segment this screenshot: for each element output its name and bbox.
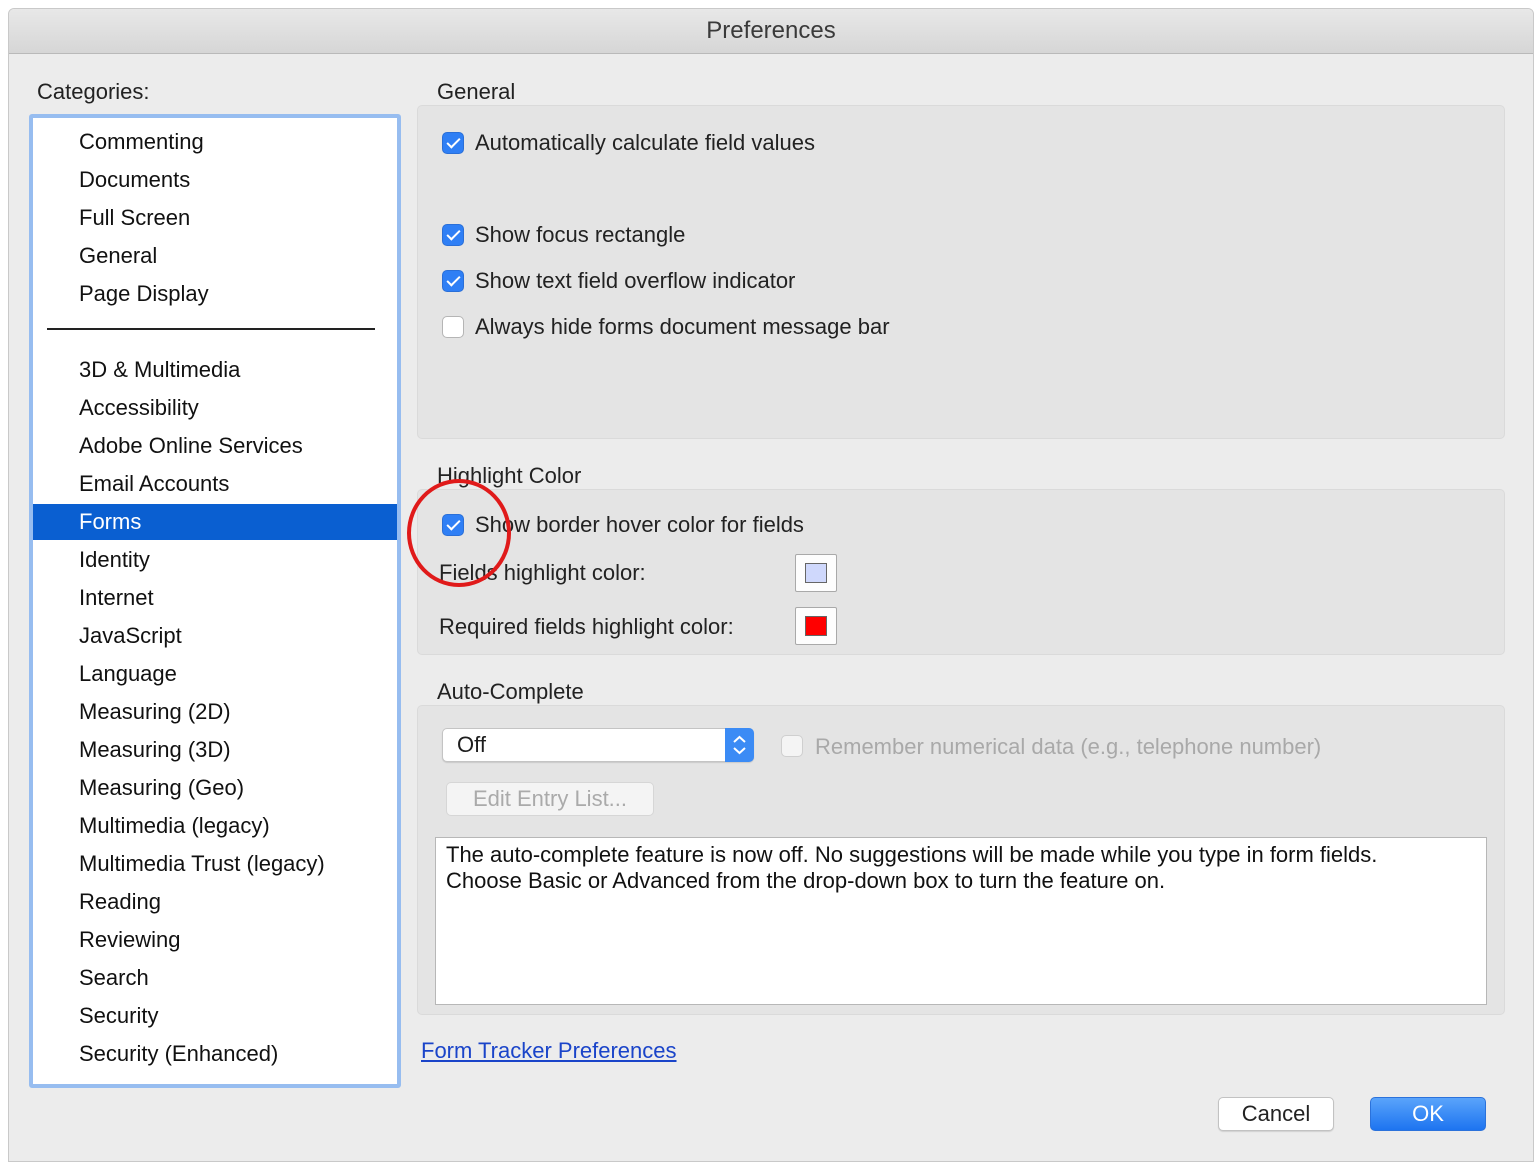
annotation-circle bbox=[407, 479, 511, 587]
window-title: Preferences bbox=[9, 9, 1533, 54]
required-highlight-color-well[interactable] bbox=[795, 607, 837, 645]
required-highlight-label: Required fields highlight color: bbox=[439, 614, 734, 639]
category-item[interactable]: Language bbox=[33, 656, 397, 692]
autocomplete-select-value: Off bbox=[457, 732, 486, 757]
fields-highlight-color-well[interactable] bbox=[795, 554, 837, 592]
category-item[interactable]: Full Screen bbox=[33, 200, 397, 236]
category-item[interactable]: Security bbox=[33, 998, 397, 1034]
auto-calc-label: Automatically calculate field values bbox=[475, 130, 815, 155]
border-hover-label: Show border hover color for fields bbox=[475, 512, 804, 537]
focus-rect-label: Show focus rectangle bbox=[475, 222, 686, 247]
general-section-title: General bbox=[437, 79, 516, 104]
description-line-2: Choose Basic or Advanced from the drop-d… bbox=[446, 868, 1166, 893]
categories-label: Categories: bbox=[37, 79, 150, 104]
category-item[interactable]: General bbox=[33, 238, 397, 274]
category-item[interactable]: Identity bbox=[33, 542, 397, 578]
hide-message-bar-label: Always hide forms document message bar bbox=[475, 314, 890, 339]
edit-entry-list-button[interactable]: Edit Entry List... bbox=[446, 782, 654, 816]
focus-rect-checkbox[interactable] bbox=[442, 224, 464, 246]
auto-calc-checkbox[interactable] bbox=[442, 132, 464, 154]
category-item[interactable]: Measuring (Geo) bbox=[33, 770, 397, 806]
remember-numerical-checkbox[interactable] bbox=[781, 735, 803, 757]
remember-numerical-label: Remember numerical data (e.g., telephone… bbox=[815, 734, 1322, 759]
category-item[interactable]: Search bbox=[33, 960, 397, 996]
category-item[interactable]: Commenting bbox=[33, 124, 397, 160]
category-item[interactable]: Reviewing bbox=[33, 922, 397, 958]
preferences-window: Preferences Categories: Commenting Docum… bbox=[8, 8, 1534, 1162]
category-item[interactable]: Multimedia Trust (legacy) bbox=[33, 846, 397, 882]
category-item[interactable]: Adobe Online Services bbox=[33, 428, 397, 464]
autocomplete-section-title: Auto-Complete bbox=[437, 679, 584, 704]
category-item[interactable]: Page Display bbox=[33, 276, 397, 312]
category-item[interactable]: Documents bbox=[33, 162, 397, 198]
description-line-1: The auto-complete feature is now off. No… bbox=[446, 842, 1378, 867]
category-item[interactable]: Email Accounts bbox=[33, 466, 397, 502]
required-color-swatch bbox=[805, 616, 827, 636]
category-item[interactable]: Multimedia (legacy) bbox=[33, 808, 397, 844]
autocomplete-select[interactable]: Off bbox=[442, 728, 754, 762]
category-item[interactable]: JavaScript bbox=[33, 618, 397, 654]
category-item-forms-selected[interactable]: Forms bbox=[33, 504, 397, 540]
category-item[interactable]: Measuring (3D) bbox=[33, 732, 397, 768]
category-item[interactable]: Reading bbox=[33, 884, 397, 920]
category-item[interactable]: 3D & Multimedia bbox=[33, 352, 397, 388]
overflow-indicator-label: Show text field overflow indicator bbox=[475, 268, 796, 293]
category-item[interactable]: Internet bbox=[33, 580, 397, 616]
overflow-indicator-checkbox[interactable] bbox=[442, 270, 464, 292]
fields-color-swatch bbox=[805, 563, 827, 583]
form-tracker-preferences-link[interactable]: Form Tracker Preferences bbox=[421, 1038, 677, 1064]
chevron-updown-icon bbox=[725, 728, 754, 762]
cancel-button[interactable]: Cancel bbox=[1218, 1097, 1334, 1131]
categories-list[interactable]: Commenting Documents Full Screen General… bbox=[29, 114, 401, 1088]
category-item[interactable]: Accessibility bbox=[33, 390, 397, 426]
autocomplete-description: The auto-complete feature is now off. No… bbox=[435, 837, 1487, 1005]
hide-message-bar-checkbox[interactable] bbox=[442, 316, 464, 338]
category-item[interactable]: Measuring (2D) bbox=[33, 694, 397, 730]
category-item[interactable]: Security (Enhanced) bbox=[33, 1036, 397, 1072]
ok-button[interactable]: OK bbox=[1370, 1097, 1486, 1131]
category-separator bbox=[47, 328, 375, 330]
